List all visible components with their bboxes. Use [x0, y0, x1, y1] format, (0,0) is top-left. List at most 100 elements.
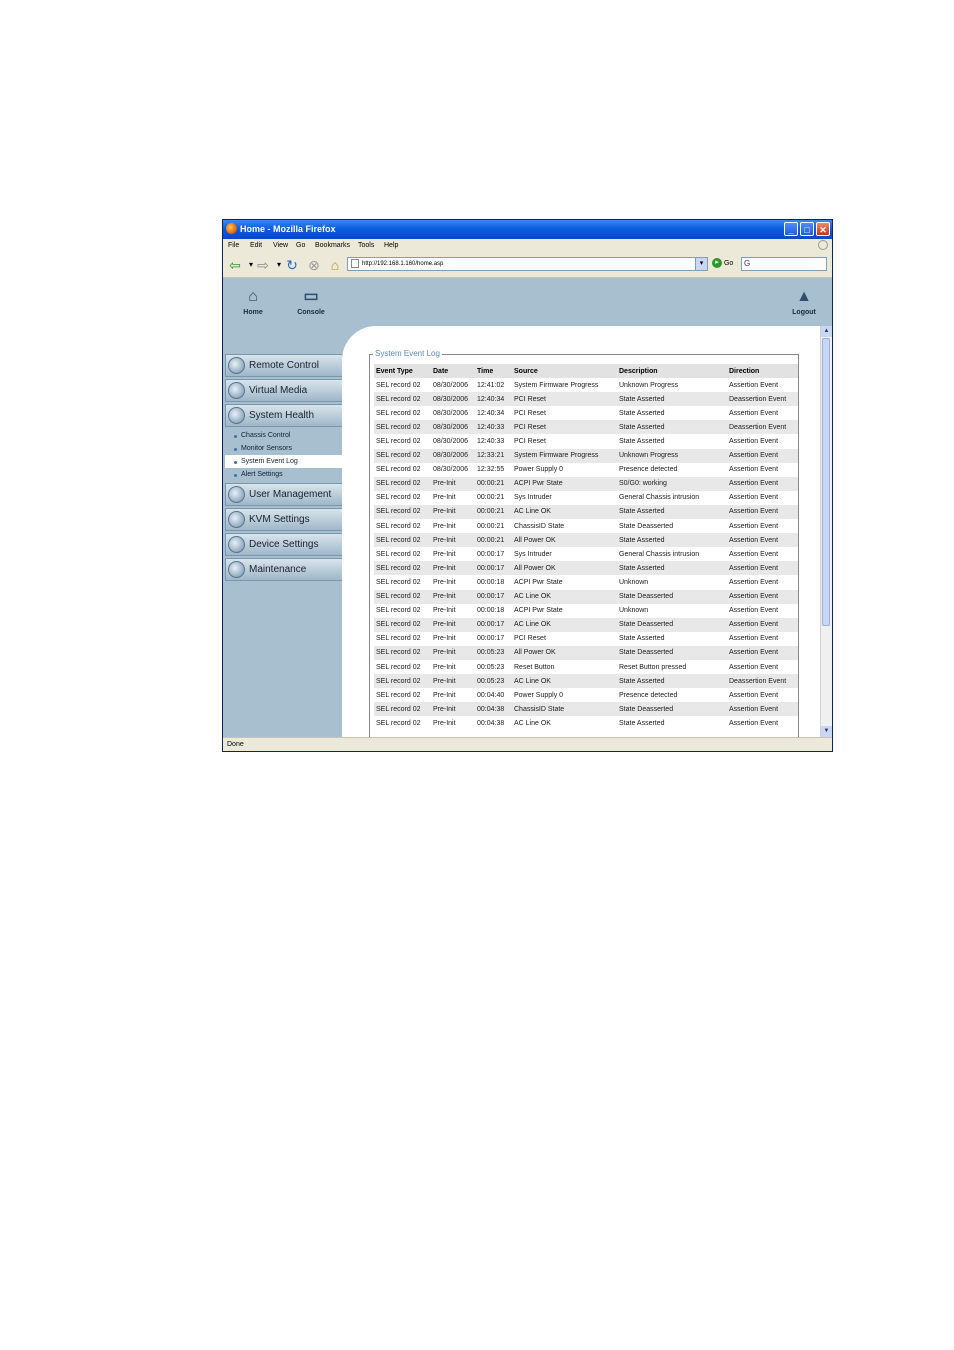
table-cell: 00:00:17 [477, 550, 505, 558]
table-cell: 08/30/2006 [433, 466, 469, 474]
menu-tools[interactable]: Tools [358, 242, 374, 249]
gears-icon [228, 536, 245, 553]
sidebar-item-kvm-settings[interactable]: KVM Settings [225, 508, 343, 531]
menu-view[interactable]: View [273, 242, 288, 249]
table-cell: 12:40:34 [477, 409, 505, 417]
table-cell: Deassertion Event [727, 420, 798, 435]
event-log-table: Event Type Date Time Source Description … [374, 364, 798, 730]
table-cell: Sys Intruder [514, 494, 552, 502]
table-cell: 00:04:38 [477, 719, 505, 727]
table-row: SEL record 02 Pre-Init 00:00:21 ACPI Pwr St… [374, 476, 798, 491]
sidebar-item-virtual-media[interactable]: Virtual Media [225, 379, 343, 402]
table-row: SEL record 02 08/30/2006 12:40:34 PCI Reset… [374, 392, 798, 407]
sidebar-item-label: System Health [249, 410, 315, 421]
event-log-body: SEL record 02 08/30/2006 12:41:02 System Fi… [374, 378, 798, 730]
table-cell: SEL record 02 [374, 420, 431, 435]
table-cell: Pre-Init [431, 561, 475, 576]
table-cell: 00:00:17 [475, 561, 512, 576]
go-icon: ▸ [712, 258, 722, 268]
url-dropdown-icon[interactable]: ▾ [695, 258, 707, 270]
table-cell: ACPI Pwr State [512, 476, 617, 491]
go-button[interactable]: ▸ Go [712, 258, 733, 268]
url-field[interactable]: http://192.168.1.160/home.asp ▾ [347, 257, 708, 271]
table-cell: State Deasserted [617, 617, 727, 632]
table-cell: SEL record 02 [376, 381, 421, 389]
table-cell: Pre-Init [431, 504, 475, 520]
sidebar-subitem-alert-settings[interactable]: Alert Settings [225, 468, 343, 481]
reload-icon[interactable]: ↻ [284, 257, 300, 273]
scroll-thumb[interactable] [822, 338, 830, 626]
table-row: SEL record 02 Pre-Init 00:05:23 All Power O… [374, 645, 798, 660]
table-cell: PCI Reset [514, 635, 546, 643]
sidebar-subitem-monitor-sensors[interactable]: Monitor Sensors [225, 442, 343, 455]
table-cell: Assertion Event [727, 702, 798, 717]
table-cell: 08/30/2006 [433, 381, 469, 389]
column-header[interactable]: Event Type [374, 364, 431, 379]
table-cell: Pre-Init [433, 691, 456, 699]
table-row: SEL record 02 Pre-Init 00:00:21 ChassisID S… [374, 519, 798, 533]
table-cell: State Asserted [617, 392, 727, 407]
sidebar-item-user-management[interactable]: User Management [225, 483, 343, 506]
column-header[interactable]: Date [431, 364, 475, 379]
table-cell: State Asserted [617, 420, 727, 435]
table-cell: All Power OK [512, 645, 617, 660]
column-header[interactable]: Source [512, 364, 617, 379]
menu-file[interactable]: File [228, 242, 239, 249]
table-cell: SEL record 02 [376, 663, 421, 671]
table-row: SEL record 02 08/30/2006 12:40:33 PCI Reset… [374, 434, 798, 448]
sidebar-subitem-chassis-control[interactable]: Chassis Control [225, 429, 343, 442]
disc-icon [228, 382, 245, 399]
menu-edit[interactable]: Edit [250, 242, 262, 249]
menu-help[interactable]: Help [384, 242, 398, 249]
column-header[interactable]: Time [475, 364, 512, 379]
table-cell: ACPI Pwr State [514, 607, 563, 615]
sidebar-item-label: KVM Settings [249, 514, 310, 525]
menu-bookmarks[interactable]: Bookmarks [315, 242, 350, 249]
table-cell: 00:00:18 [477, 578, 505, 586]
sidebar-item-remote-control[interactable]: Remote Control [225, 354, 343, 377]
table-cell: General Chassis intrusion [619, 550, 700, 558]
minimize-button[interactable]: _ [784, 222, 798, 236]
logout-label: Logout [792, 309, 816, 316]
table-row: SEL record 02 Pre-Init 00:04:40 Power Suppl… [374, 688, 798, 702]
sidebar-subitem-system-event-log[interactable]: System Event Log [225, 455, 343, 468]
table-cell: SEL record 02 [374, 392, 431, 407]
table-cell: 08/30/2006 [433, 438, 469, 446]
stop-icon[interactable]: ⊗ [306, 257, 322, 273]
vertical-scrollbar[interactable]: ▲ ▼ [820, 326, 832, 737]
table-cell: Sys Intruder [514, 550, 552, 558]
search-input[interactable]: G [741, 257, 827, 271]
sidebar-item-system-health[interactable]: System Health [225, 404, 343, 427]
title-bar[interactable]: Home - Mozilla Firefox _ □ ✕ [223, 220, 832, 239]
scroll-up-icon[interactable]: ▲ [821, 326, 832, 337]
sidebar-item-device-settings[interactable]: Device Settings [225, 533, 343, 556]
column-header[interactable]: Direction [727, 364, 798, 379]
table-cell: Unknown Progress [619, 381, 679, 389]
table-row: SEL record 02 08/30/2006 12:33:21 System Fi… [374, 448, 798, 463]
console-nav-button[interactable]: ▭ Console [281, 288, 341, 316]
sidebar-item-maintenance[interactable]: Maintenance [225, 558, 343, 581]
menu-go[interactable]: Go [296, 242, 305, 249]
home-icon[interactable]: ⌂ [327, 257, 343, 273]
table-cell: Power Supply 0 [514, 691, 564, 699]
logout-button[interactable]: ▲ Logout [774, 288, 832, 316]
home-nav-button[interactable]: ⌂ Home [223, 288, 283, 316]
forward-icon[interactable]: ⇨ [255, 257, 271, 273]
column-header[interactable]: Description [617, 364, 727, 379]
table-cell: Pre-Init [431, 617, 475, 632]
table-cell: State Asserted [617, 561, 727, 576]
users-icon [228, 486, 245, 503]
scroll-down-icon[interactable]: ▼ [821, 726, 832, 737]
table-cell: SEL record 02 [376, 550, 421, 558]
table-cell: Assertion Event [729, 381, 779, 389]
table-cell: Deassertion Event [727, 674, 798, 689]
table-cell: Presence detected [619, 466, 678, 474]
table-cell: Assertion Event [727, 533, 798, 548]
close-button[interactable]: ✕ [816, 222, 830, 236]
maximize-button[interactable]: □ [800, 222, 814, 236]
back-icon[interactable]: ⇦ [227, 257, 243, 273]
table-cell: Assertion Event [729, 550, 779, 558]
table-cell: SEL record 02 [376, 522, 421, 530]
table-cell: Pre-Init [431, 476, 475, 491]
table-cell: 08/30/2006 [431, 448, 475, 463]
